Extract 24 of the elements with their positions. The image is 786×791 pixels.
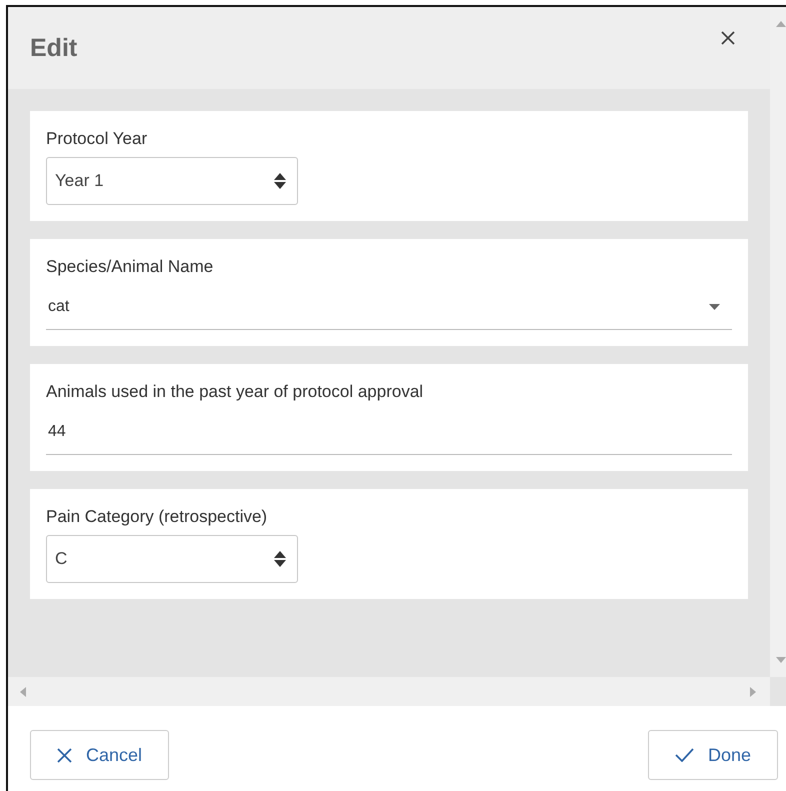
close-icon: [720, 30, 736, 46]
dialog-title: Edit: [30, 34, 78, 62]
scroll-up-icon[interactable]: [776, 21, 786, 27]
field-label: Protocol Year: [46, 129, 148, 149]
close-icon: [57, 748, 72, 762]
cancel-button[interactable]: Cancel: [30, 730, 170, 780]
select-field[interactable]: C: [46, 535, 298, 583]
done-button[interactable]: Done: [648, 730, 778, 780]
scrollbar-corner: [770, 677, 786, 706]
scroll-right-icon[interactable]: [750, 686, 756, 696]
input-field[interactable]: 44: [46, 410, 732, 455]
caret-icon: [709, 304, 720, 310]
sort-arrows-icon: [273, 172, 287, 190]
scroll-left-icon[interactable]: [20, 686, 26, 696]
vertical-scrollbar[interactable]: [770, 7, 786, 677]
check-icon: [674, 748, 694, 762]
field-label: Animals used in the past year of protocol approval: [46, 382, 424, 402]
sort-arrows-icon: [273, 550, 287, 568]
field-label: Species/Animal Name: [46, 257, 214, 277]
field-label: Pain Category (retrospective): [46, 507, 268, 527]
scroll-down-icon[interactable]: [776, 657, 786, 663]
dropdown-field[interactable]: cat: [46, 285, 732, 330]
select-field[interactable]: Year 1: [46, 157, 298, 205]
horizontal-scrollbar[interactable]: [8, 677, 770, 706]
